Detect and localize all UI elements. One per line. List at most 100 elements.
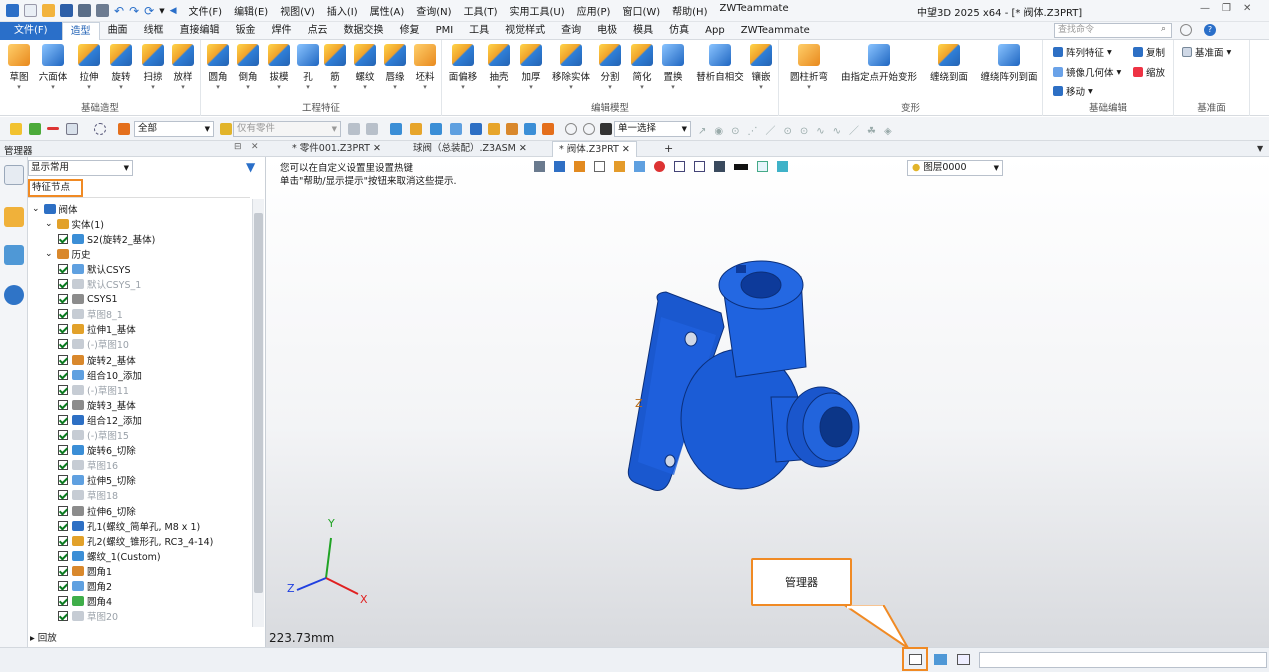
self-intersect-button[interactable]: 替析自相交 <box>696 44 744 83</box>
tree-scrollbar[interactable] <box>252 199 264 627</box>
print-icon[interactable] <box>78 4 91 17</box>
shell-button[interactable]: 抽壳 ▾ <box>484 44 514 91</box>
part-only-select[interactable]: 仅有零件 ▼ <box>233 121 341 137</box>
tree-row[interactable]: 草图8_1 <box>58 307 123 322</box>
tree-row[interactable]: 旋转6_切除 <box>58 443 136 458</box>
view-manager-icon[interactable] <box>4 245 24 265</box>
mirror-geometry-button[interactable]: 镜像几何体 ▾ <box>1053 65 1121 79</box>
revolve-button[interactable]: 旋转 ▾ <box>106 44 136 91</box>
visibility-checkbox[interactable] <box>58 354 68 365</box>
settings-icon[interactable] <box>1180 24 1192 36</box>
tree-row[interactable]: 拉伸1_基体 <box>58 322 136 337</box>
lasso-icon[interactable] <box>94 123 106 135</box>
remove-solid-button[interactable]: 移除实体 ▾ <box>552 44 590 91</box>
tool-e-icon[interactable] <box>470 123 482 135</box>
tree-row[interactable]: ⌄ 历史 <box>45 246 91 261</box>
face-offset-button[interactable]: 面偏移 ▾ <box>448 44 478 91</box>
close-icon[interactable]: ✕ <box>1243 3 1251 14</box>
tab-data-exchange[interactable]: 数据交换 <box>336 22 392 40</box>
wrap-to-face-button[interactable]: 缠绕到面 <box>929 44 969 83</box>
tree-row[interactable]: 圆角2 <box>58 579 112 594</box>
tree-row[interactable]: 圆角1 <box>58 563 112 578</box>
tree-row[interactable]: 默认CSYS_1 <box>58 277 141 292</box>
tab-tools[interactable]: 工具 <box>461 22 497 40</box>
pattern-feature-button[interactable]: 阵列特征 ▾ <box>1053 45 1112 59</box>
close-tab-icon[interactable]: ✕ <box>519 143 527 154</box>
rib-button[interactable]: 筋 ▾ <box>320 44 350 91</box>
tab-simulation[interactable]: 仿真 <box>661 22 697 40</box>
menu-window[interactable]: 窗口(W) <box>622 3 660 18</box>
stock-button[interactable]: 坯料 ▾ <box>410 44 440 91</box>
wrap-pattern-button[interactable]: 缠绕阵列到面 <box>981 44 1038 83</box>
visibility-checkbox[interactable] <box>58 324 68 335</box>
scrollbar-thumb[interactable] <box>254 213 263 593</box>
menu-tools[interactable]: 工具(T) <box>464 3 498 18</box>
search-icon[interactable]: ⌕ <box>1161 24 1166 34</box>
tree-row[interactable]: 草图20 <box>58 609 118 624</box>
tree-row[interactable]: (-)草图10 <box>58 337 129 352</box>
tree-row[interactable]: 圆角4 <box>58 594 112 609</box>
fillet-button[interactable]: 圆角 ▾ <box>203 44 233 91</box>
doc-tab-part001[interactable]: * 零件001.Z3PRT ✕ <box>286 141 387 157</box>
menu-query[interactable]: 查询(N) <box>416 3 451 18</box>
tree-row[interactable]: 拉伸5_切除 <box>58 473 136 488</box>
menu-utilities[interactable]: 实用工具(U) <box>509 3 564 18</box>
tab-direct-edit[interactable]: 直接编辑 <box>172 22 228 40</box>
visibility-checkbox[interactable] <box>58 384 68 395</box>
help-icon[interactable]: ? <box>1204 24 1216 36</box>
add-icon[interactable] <box>29 123 41 135</box>
pick-mode-select[interactable]: 单一选择 ▼ <box>614 121 691 137</box>
tool-g-icon[interactable] <box>506 123 518 135</box>
visibility-checkbox[interactable] <box>58 505 68 516</box>
history-manager-icon[interactable] <box>4 165 24 185</box>
copy-button[interactable]: 复制 <box>1133 45 1165 59</box>
tree-row[interactable]: S2(旋转2_基体) <box>58 231 155 246</box>
print-icon[interactable] <box>366 123 378 135</box>
tab-pmi[interactable]: PMI <box>428 22 462 40</box>
visibility-checkbox[interactable] <box>58 596 68 607</box>
tool-f-icon[interactable] <box>488 123 500 135</box>
tree-row[interactable]: 默认CSYS <box>58 261 131 276</box>
visibility-checkbox[interactable] <box>58 369 68 380</box>
visibility-checkbox[interactable] <box>58 581 68 591</box>
properties-icon[interactable] <box>96 4 109 17</box>
restore-icon[interactable]: ❐ <box>1222 3 1231 14</box>
menu-view[interactable]: 视图(V) <box>280 3 315 18</box>
expand-icon[interactable]: ⌄ <box>32 204 40 214</box>
list-toggle-icon[interactable] <box>957 654 970 665</box>
redo-icon[interactable]: ↷ <box>129 4 139 18</box>
menu-apps[interactable]: 应用(P) <box>577 3 611 18</box>
sketch-button[interactable]: 草图 ▾ <box>4 44 34 91</box>
filter-chart-icon[interactable] <box>118 123 130 135</box>
tab-surface[interactable]: 曲面 <box>100 22 136 40</box>
cylinder-bend-button[interactable]: 圆柱折弯 ▾ <box>789 44 829 91</box>
user-icon[interactable] <box>4 285 24 305</box>
tree-row[interactable]: 旋转3_基体 <box>58 397 136 412</box>
expand-icon[interactable]: ⌄ <box>45 219 53 229</box>
menu-insert[interactable]: 插入(I) <box>327 3 358 18</box>
undo-icon[interactable]: ↶ <box>114 4 124 18</box>
tree-row[interactable]: 组合12_添加 <box>58 412 142 427</box>
loft-button[interactable]: 放样 ▾ <box>168 44 198 91</box>
remove-icon[interactable] <box>47 127 59 130</box>
tool-i-icon[interactable] <box>542 123 554 135</box>
visibility-checkbox[interactable] <box>58 399 68 410</box>
tab-sheetmetal[interactable]: 钣金 <box>228 22 264 40</box>
tree-row[interactable]: 草图18 <box>58 488 118 503</box>
tab-list-icon[interactable]: ▼ <box>1251 141 1269 157</box>
visibility-checkbox[interactable] <box>58 565 68 576</box>
play-icon[interactable] <box>583 123 595 135</box>
manager-close-icon[interactable]: ✕ <box>251 142 259 152</box>
hole-button[interactable]: 孔 ▾ <box>293 44 323 91</box>
part-icon[interactable] <box>220 123 232 135</box>
move-button[interactable]: 移动 ▾ <box>1053 84 1093 98</box>
doc-tab-assembly[interactable]: 球阀（总装配）.Z3ASM ✕ <box>407 141 533 157</box>
tree-row[interactable]: CSYS1 <box>58 292 118 307</box>
stop-icon[interactable] <box>600 123 612 135</box>
visibility-checkbox[interactable] <box>58 611 68 622</box>
tab-pointcloud[interactable]: 点云 <box>300 22 336 40</box>
new-tab-icon[interactable]: + <box>658 141 679 157</box>
close-tab-icon[interactable]: ✕ <box>373 143 381 154</box>
playback-row[interactable]: ▸ 回放 <box>30 630 57 644</box>
tool-b-icon[interactable] <box>410 123 422 135</box>
